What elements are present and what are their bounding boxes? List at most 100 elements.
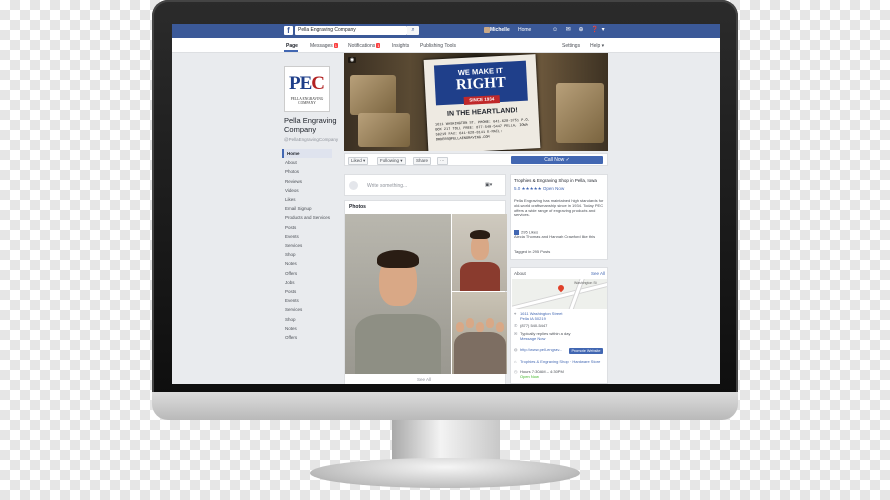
left-nav-item-photos[interactable]: Photos bbox=[282, 167, 332, 176]
photos-see-all-link[interactable]: See All bbox=[417, 377, 431, 382]
left-nav-item-events[interactable]: Events bbox=[282, 232, 332, 241]
rating-stars[interactable]: 5.0 ★★★★★ Open Now bbox=[514, 186, 564, 192]
left-nav-item-about[interactable]: About bbox=[282, 158, 332, 167]
tab-settings[interactable]: Settings bbox=[562, 43, 580, 49]
photo-hair bbox=[470, 230, 490, 239]
left-nav-item-shop[interactable]: Shop bbox=[282, 250, 332, 259]
photo-face bbox=[466, 318, 474, 328]
tab-help[interactable]: Help ▾ bbox=[590, 43, 604, 49]
left-nav-item-services-2[interactable]: Services bbox=[282, 305, 332, 314]
page-profile-logo[interactable]: PEC PELLA ENGRAVING COMPANY bbox=[284, 66, 330, 112]
likes-summary[interactable]: 295 Likes Alecia Thomas and Hannah Crawf… bbox=[514, 230, 606, 240]
card-heartland: IN THE HEARTLAND! bbox=[446, 107, 518, 118]
logo-caption: PELLA ENGRAVING COMPANY bbox=[290, 97, 324, 105]
more-button[interactable]: ··· bbox=[437, 157, 448, 165]
left-nav: Home About Photos Reviews Videos Likes E… bbox=[282, 149, 332, 342]
monitor-stand-base bbox=[310, 458, 580, 488]
left-nav-item-notes-2[interactable]: Notes bbox=[282, 324, 332, 333]
page-summary-card: Trophies & Engraving Shop in Pella, Iowa… bbox=[510, 174, 608, 260]
engraving-stamp-image bbox=[350, 75, 396, 115]
left-nav-item-videos[interactable]: Videos bbox=[282, 186, 332, 195]
photos-card: Photos See All bbox=[344, 200, 507, 384]
notifications-badge: 1 bbox=[376, 43, 381, 48]
messages-badge: 1 bbox=[333, 43, 339, 48]
following-button[interactable]: Following ▾ bbox=[377, 157, 406, 165]
page-nav: Page Messages 1 Notifications 1 Insights P… bbox=[172, 38, 720, 53]
photo-face bbox=[476, 322, 484, 332]
left-nav-item-events-2[interactable]: Events bbox=[282, 296, 332, 305]
card-since-badge: SINCE 1934 bbox=[463, 95, 500, 105]
left-nav-item-offers-2[interactable]: Offers bbox=[282, 333, 332, 342]
phone-row[interactable]: ✆ (877) 540-5447 bbox=[514, 323, 606, 329]
call-now-button[interactable]: Call Now ✓ bbox=[511, 156, 603, 164]
monitor-chin bbox=[152, 392, 738, 420]
about-title: About bbox=[514, 271, 526, 276]
category-row[interactable]: ⌂ Trophies & Engraving Shop · Hardware St… bbox=[514, 359, 606, 365]
left-nav-item-products-services[interactable]: Products and Services bbox=[282, 213, 332, 222]
notification-icons[interactable]: ☺ ✉ ⊕ ❓▾ bbox=[552, 26, 608, 33]
photos-title: Photos bbox=[349, 204, 366, 210]
message-now-link[interactable]: Message Now bbox=[514, 336, 606, 342]
map-street-label: Washington St bbox=[574, 281, 597, 285]
page-handle[interactable]: @PellaEngravingCompany bbox=[284, 137, 338, 142]
address-row[interactable]: ⌖ 1611 Washington Street Pella IA 50219 bbox=[514, 311, 606, 322]
tab-page[interactable]: Page bbox=[286, 43, 298, 49]
photo-shirt bbox=[460, 262, 500, 291]
location-map[interactable]: Washington St bbox=[512, 279, 607, 309]
photo-group-bodies bbox=[454, 332, 506, 374]
page-description: Pella Engraving has maintained high stan… bbox=[514, 198, 604, 218]
photo-portrait[interactable] bbox=[345, 214, 451, 374]
photo-face bbox=[496, 322, 504, 332]
tab-messages[interactable]: Messages 1 bbox=[310, 43, 339, 49]
user-name[interactable]: Michelle bbox=[490, 27, 510, 33]
card-address: 1611 WASHINGTON ST. PHONE: 641-628-3751 … bbox=[434, 118, 530, 143]
left-nav-item-notes[interactable]: Notes bbox=[282, 259, 332, 268]
hours-row[interactable]: ◷ Hours 7:30AM – 4:30PM Open Now bbox=[514, 369, 606, 380]
map-pin-icon bbox=[556, 283, 566, 293]
left-nav-item-posts[interactable]: Posts bbox=[282, 223, 332, 232]
photo-hair bbox=[377, 250, 419, 268]
tab-notifications[interactable]: Notifications 1 bbox=[348, 43, 381, 49]
engraving-stamp-image bbox=[358, 113, 410, 147]
tab-insights[interactable]: Insights bbox=[392, 43, 409, 49]
left-nav-item-services[interactable]: Services bbox=[282, 241, 332, 250]
share-button[interactable]: Share bbox=[413, 157, 432, 165]
business-card-image: WE MAKE IT RIGHT SINCE 1934 IN THE HEART… bbox=[423, 54, 541, 151]
facebook-logo-icon[interactable]: f bbox=[284, 26, 293, 35]
screen: f Pella Engraving Company ⌕ Michelle Hom… bbox=[172, 24, 720, 384]
left-nav-item-likes[interactable]: Likes bbox=[282, 195, 332, 204]
photo-team-group[interactable] bbox=[452, 292, 507, 374]
camera-icon[interactable]: ◉ bbox=[348, 57, 356, 63]
composer-options-icon[interactable]: ▣▾ bbox=[485, 182, 492, 188]
tagged-posts[interactable]: Tagged in 295 Posts bbox=[514, 249, 550, 254]
page-category: Trophies & Engraving Shop in Pella, Iowa bbox=[514, 178, 597, 183]
left-nav-item-reviews[interactable]: Reviews bbox=[282, 177, 332, 186]
photo-face bbox=[456, 322, 464, 332]
photo-shirt bbox=[355, 314, 441, 374]
cover-photo[interactable]: ◉ WE MAKE IT RIGHT SINCE 1934 IN THE HEA… bbox=[344, 53, 608, 151]
photo-employee[interactable] bbox=[452, 214, 507, 291]
left-nav-item-jobs[interactable]: Jobs bbox=[282, 278, 332, 287]
composer-input[interactable]: Write something... bbox=[367, 183, 407, 189]
card-slogan-main: RIGHT bbox=[455, 74, 507, 94]
tab-active-indicator bbox=[284, 50, 298, 52]
left-nav-item-email-signup[interactable]: Email Signup bbox=[282, 204, 332, 213]
about-card: About See All Washington St ⌖ 1611 Washin… bbox=[510, 267, 608, 384]
left-nav-item-shop-2[interactable]: Shop bbox=[282, 315, 332, 324]
promote-website-button[interactable]: Promote Website bbox=[569, 348, 603, 354]
left-nav-item-posts-2[interactable]: Posts bbox=[282, 287, 332, 296]
composer-avatar bbox=[349, 181, 358, 190]
post-composer[interactable]: Write something... ▣▾ bbox=[344, 174, 506, 196]
logo-monogram: PEC bbox=[289, 73, 325, 94]
left-nav-item-home[interactable]: Home bbox=[282, 149, 332, 159]
search-input[interactable]: Pella Engraving Company bbox=[295, 26, 407, 35]
search-icon[interactable]: ⌕ bbox=[407, 26, 419, 35]
left-nav-item-offers[interactable]: Offers bbox=[282, 269, 332, 278]
tab-publishing-tools[interactable]: Publishing Tools bbox=[420, 43, 456, 49]
home-link[interactable]: Home bbox=[518, 27, 531, 33]
about-see-all-link[interactable]: See All bbox=[591, 271, 605, 276]
facebook-top-bar: f Pella Engraving Company ⌕ Michelle Hom… bbox=[172, 24, 720, 38]
page-title: Pella Engraving Company bbox=[284, 116, 337, 134]
photo-face bbox=[486, 318, 494, 328]
liked-button[interactable]: Liked ▾ bbox=[348, 157, 369, 165]
